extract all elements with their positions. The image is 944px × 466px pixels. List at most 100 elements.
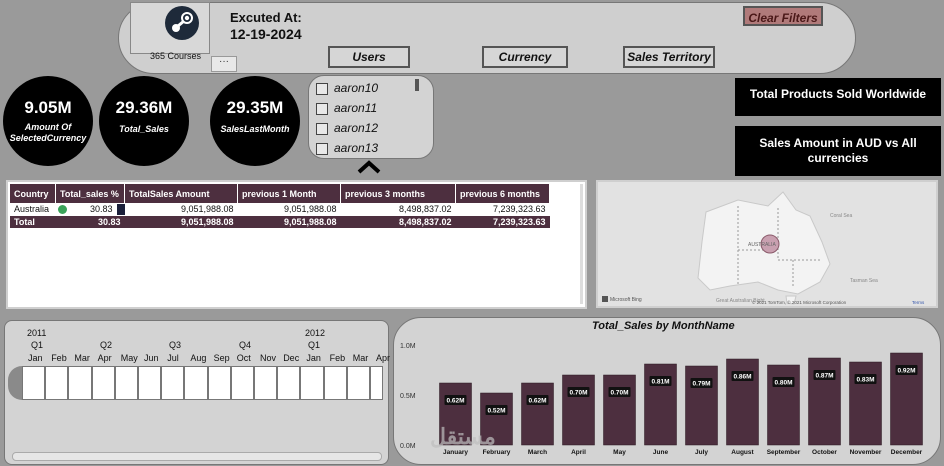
map-panel[interactable]: AUSTRALIA Coral Sea Tasman Sea Great Aus… — [596, 180, 938, 308]
y-tick-label: 1.0M — [400, 343, 416, 350]
column-header[interactable]: TotalSales Amount — [124, 184, 238, 203]
user-list-item[interactable]: aaron13 — [316, 141, 378, 159]
column-header[interactable]: Country — [10, 184, 56, 203]
timeline-month-cell[interactable] — [138, 366, 162, 400]
australia-map[interactable]: AUSTRALIA Coral Sea Tasman Sea Great Aus… — [598, 182, 938, 308]
timeline-month-cell[interactable] — [346, 366, 370, 400]
user-list-item[interactable]: aaron12 — [316, 121, 378, 139]
steam-logo-icon — [165, 6, 199, 40]
y-tick-label: 0.0M — [400, 443, 416, 450]
column-header[interactable]: previous 1 Month — [237, 184, 341, 203]
total-percent: 30.83 — [55, 215, 125, 228]
chart-bar[interactable] — [562, 374, 595, 446]
x-tick-label: August — [731, 449, 754, 456]
x-tick-label: February — [483, 449, 511, 456]
timeline-quarter: Q2 — [100, 340, 113, 350]
x-tick-label: June — [653, 449, 669, 456]
data-label: 0.80M — [774, 380, 792, 387]
map-terms-link[interactable]: Terms — [912, 300, 925, 305]
timeline-month-label: Oct — [236, 353, 251, 363]
timeline-month-cell[interactable] — [207, 366, 231, 400]
cell-country: Australia — [14, 204, 50, 214]
users-slicer-button[interactable]: Users — [328, 46, 410, 68]
timeline-month-cell[interactable] — [323, 366, 347, 400]
percent-bar — [116, 204, 125, 215]
timeline-scrollbar[interactable] — [12, 452, 382, 461]
user-name: aaron13 — [334, 141, 379, 155]
data-label: 0.83M — [856, 377, 874, 384]
total-prev-1: 9,051,988.08 — [237, 215, 341, 228]
timeline-month-cell[interactable] — [370, 366, 383, 400]
total-sales: 9,051,988.08 — [124, 215, 238, 228]
chart-bar[interactable] — [521, 382, 554, 446]
data-label: 0.92M — [897, 368, 915, 375]
timeline-month-cell[interactable] — [300, 366, 324, 400]
timeline-month-cell[interactable] — [230, 366, 254, 400]
user-list-scrollbar[interactable] — [415, 79, 419, 91]
chart-bar[interactable] — [685, 365, 718, 446]
x-tick-label: January — [443, 449, 468, 456]
more-options-icon[interactable]: ··· — [211, 56, 237, 72]
timeline-month-cell[interactable] — [68, 366, 92, 400]
chevron-up-icon[interactable] — [357, 160, 381, 174]
status-indicator-icon — [57, 205, 67, 214]
timeline-month-cell[interactable] — [254, 366, 278, 400]
checkbox[interactable] — [316, 122, 328, 135]
y-tick-label: 0.5M — [400, 393, 416, 400]
map-brand: Microsoft Bing — [610, 297, 642, 303]
user-name: aaron10 — [334, 81, 379, 95]
data-label: 0.62M — [446, 398, 464, 405]
x-tick-label: April — [571, 449, 586, 456]
chart-bar[interactable] — [603, 374, 636, 446]
info-total-products-sold: Total Products Sold Worldwide — [735, 78, 941, 116]
timeline-month-label: May — [120, 353, 138, 363]
timeline-month-label: Dec — [283, 353, 300, 363]
table-row[interactable]: Australia 30.83 9,051,988.08 9,051,988.0… — [10, 203, 550, 216]
column-header[interactable]: Total_sales % — [55, 184, 125, 203]
map-label: Tasman Sea — [850, 278, 878, 284]
checkbox[interactable] — [316, 142, 328, 155]
sales-territory-slicer-button[interactable]: Sales Territory — [623, 46, 715, 68]
timeline-month-cell[interactable] — [22, 366, 46, 400]
table-scrollbar[interactable] — [580, 184, 583, 304]
timeline-month-cell[interactable] — [45, 366, 69, 400]
timeline-month-cell[interactable] — [184, 366, 208, 400]
kpi-sales-last-month: 29.35M SalesLastMonth — [210, 76, 300, 166]
x-tick-label: September — [767, 449, 801, 456]
map-label: Coral Sea — [830, 213, 852, 219]
timeline-year: 2011 — [27, 328, 47, 338]
timeline-month-label: Mar — [74, 353, 90, 363]
kpi-label: Amount Of SelectedCurrency — [9, 122, 87, 143]
timeline-month-label: Apr — [376, 353, 391, 363]
watermark: مستقل — [430, 424, 496, 449]
kpi-label: SalesLastMonth — [220, 124, 290, 134]
logo-caption: 365 Courses — [150, 51, 202, 61]
currency-slicer-button[interactable]: Currency — [482, 46, 568, 68]
column-header[interactable]: previous 3 months — [340, 184, 456, 203]
kpi-total-sales: 29.36M Total_Sales — [99, 76, 189, 166]
total-prev-6: 7,239,323.63 — [455, 215, 550, 228]
user-list-item[interactable]: aaron10 — [316, 81, 378, 99]
checkbox[interactable] — [316, 102, 328, 115]
x-tick-label: July — [695, 449, 708, 456]
kpi-value: 9.05M — [24, 98, 72, 117]
column-header[interactable]: previous 6 months — [455, 184, 550, 203]
clear-filters-button[interactable]: Clear Filters — [743, 6, 823, 26]
executed-label: Excuted At: — [230, 10, 302, 25]
user-list-item[interactable]: aaron11 — [316, 101, 377, 119]
cell-percent: 30.83 — [56, 203, 125, 216]
data-label: 0.70M — [569, 390, 587, 397]
timeline-month-cell[interactable] — [114, 366, 138, 400]
data-label: 0.86M — [733, 374, 751, 381]
user-name: aaron12 — [334, 121, 379, 135]
checkbox[interactable] — [316, 82, 328, 95]
kpi-label: Total_Sales — [119, 124, 169, 134]
data-label: 0.81M — [651, 379, 669, 386]
map-credit: © 2021 TomTom, © 2021 Microsoft Corporat… — [752, 299, 847, 305]
data-label: 0.79M — [692, 381, 710, 388]
timeline-month-cell[interactable] — [91, 366, 115, 400]
timeline-month-label: Apr — [97, 353, 112, 363]
table-header-row: Country Total_sales % TotalSales Amount … — [10, 184, 550, 203]
timeline-month-cell[interactable] — [161, 366, 185, 400]
timeline-month-cell[interactable] — [277, 366, 301, 400]
